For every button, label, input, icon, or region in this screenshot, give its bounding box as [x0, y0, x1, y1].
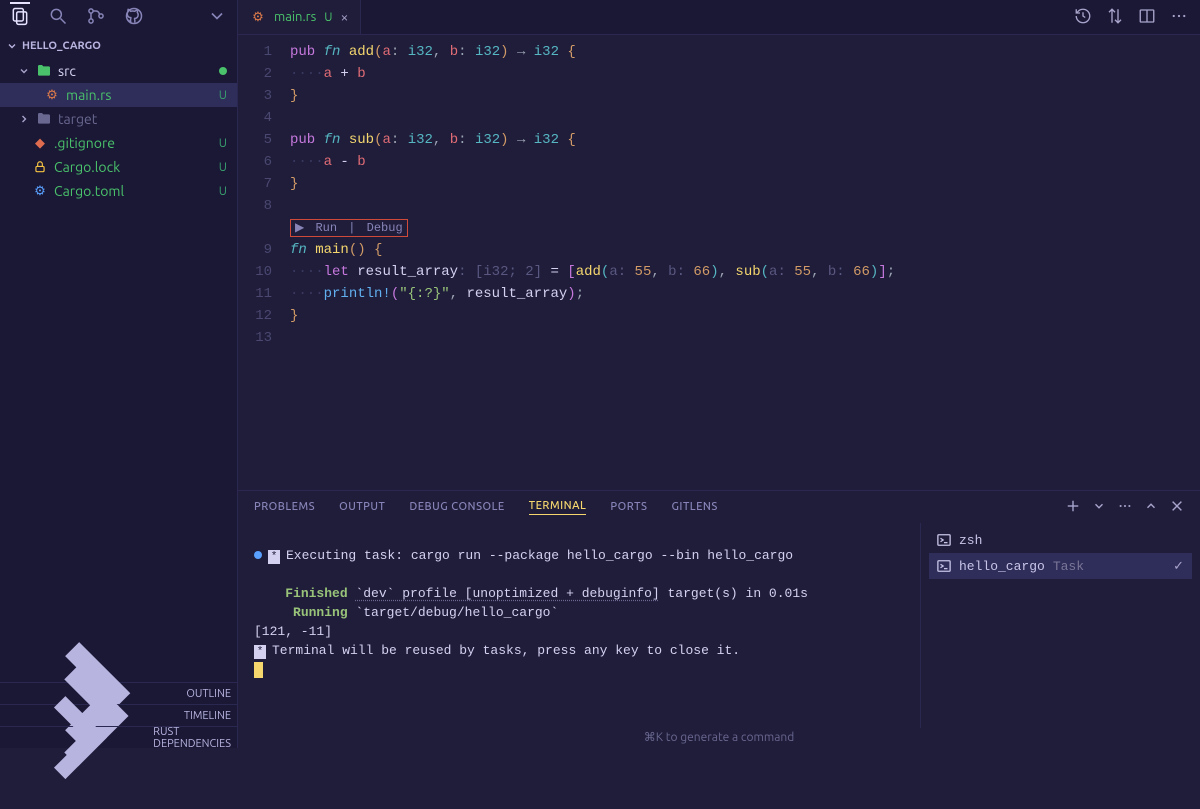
more-icon[interactable]	[1170, 7, 1188, 28]
history-icon[interactable]	[1074, 7, 1092, 28]
folder-src[interactable]: src	[0, 59, 237, 83]
search-icon[interactable]	[48, 6, 68, 29]
close-icon[interactable]: ×	[340, 9, 348, 25]
section-rust-deps[interactable]: RUST DEPENDENCIES	[0, 726, 237, 748]
git-icon: ◆	[32, 135, 48, 151]
file-main-rs[interactable]: ⚙ main.rs U	[0, 83, 237, 107]
chevron-up-icon[interactable]	[1144, 499, 1158, 516]
chevron-right-icon	[6, 666, 149, 809]
split-editor-icon[interactable]	[1138, 7, 1156, 28]
rust-file-icon: ⚙	[44, 87, 60, 103]
file-tree: src ⚙ main.rs U target ◆ .gitignore U	[0, 57, 237, 682]
explorer-icon[interactable]	[10, 2, 30, 29]
chevron-down-icon	[18, 65, 30, 77]
source-control-icon[interactable]	[86, 6, 106, 29]
chevron-down-icon[interactable]	[1092, 499, 1106, 516]
codelens-run-debug[interactable]: ▶ Run | Debug	[290, 219, 408, 237]
chevron-right-icon	[18, 113, 30, 125]
check-icon: ✓	[1173, 559, 1184, 574]
folder-name: target	[58, 111, 97, 127]
folder-name: src	[58, 63, 76, 79]
file-name: .gitignore	[54, 135, 115, 151]
lock-icon	[32, 159, 48, 175]
command-hint: ⌘K to generate a command	[238, 728, 1200, 748]
project-name: HELLO_CARGO	[22, 40, 101, 52]
sidebar: HELLO_CARGO src ⚙ main.rs U t	[0, 0, 238, 748]
terminal-cursor	[254, 662, 263, 678]
file-name: main.rs	[66, 87, 112, 103]
terminal-icon	[937, 533, 951, 547]
rust-file-icon: ⚙	[250, 9, 266, 25]
tab-problems[interactable]: PROBLEMS	[254, 501, 315, 513]
file-gitignore[interactable]: ◆ .gitignore U	[0, 131, 237, 155]
terminal-icon	[937, 559, 951, 573]
tab-main-rs[interactable]: ⚙ main.rs U ×	[238, 0, 361, 34]
terminal-output[interactable]: *Executing task: cargo run --package hel…	[238, 523, 920, 728]
git-status: U	[219, 89, 227, 102]
close-panel-icon[interactable]	[1170, 499, 1184, 516]
folder-icon	[36, 111, 52, 127]
tab-label: main.rs	[274, 10, 316, 24]
editor[interactable]: 123 456 78 91011 1213 pub fn add(a: i32,…	[238, 35, 1200, 490]
task-marker-icon: *	[268, 550, 280, 564]
code-area[interactable]: pub fn add(a: i32, b: i32) → i32 { ····a…	[290, 35, 1200, 490]
bottom-panel: PROBLEMS OUTPUT DEBUG CONSOLE TERMINAL P…	[238, 490, 1200, 748]
tab-terminal[interactable]: TERMINAL	[529, 500, 587, 515]
task-bullet-icon	[254, 551, 262, 559]
explorer-header[interactable]: HELLO_CARGO	[0, 35, 237, 57]
file-name: Cargo.toml	[54, 183, 124, 199]
terminal-list: zsh hello_cargo Task ✓	[920, 523, 1200, 728]
file-cargo-lock[interactable]: Cargo.lock U	[0, 155, 237, 179]
file-cargo-toml[interactable]: ⚙ Cargo.toml U	[0, 179, 237, 203]
tab-debug-console[interactable]: DEBUG CONSOLE	[409, 501, 504, 513]
terminal-zsh[interactable]: zsh	[929, 527, 1192, 553]
task-marker-icon: *	[254, 645, 266, 659]
panel-tabs: PROBLEMS OUTPUT DEBUG CONSOLE TERMINAL P…	[238, 491, 1200, 523]
git-status: U	[219, 185, 227, 198]
new-terminal-icon[interactable]	[1066, 499, 1080, 516]
terminal-task[interactable]: hello_cargo Task ✓	[929, 553, 1192, 579]
gear-icon: ⚙	[32, 183, 48, 199]
tab-output[interactable]: OUTPUT	[339, 501, 385, 513]
folder-target[interactable]: target	[0, 107, 237, 131]
github-icon[interactable]	[124, 6, 144, 29]
tab-ports[interactable]: PORTS	[610, 501, 647, 513]
editor-actions	[1062, 7, 1200, 28]
line-gutter: 123 456 78 91011 1213	[238, 35, 290, 490]
file-name: Cargo.lock	[54, 159, 120, 175]
tab-bar: ⚙ main.rs U ×	[238, 0, 1200, 35]
chevron-down-icon[interactable]	[207, 6, 227, 29]
more-icon[interactable]	[1118, 499, 1132, 516]
compare-icon[interactable]	[1106, 7, 1124, 28]
activity-bar	[0, 0, 237, 35]
editor-column: ⚙ main.rs U × 123 456 78 91011 1213	[238, 0, 1200, 748]
git-status: U	[219, 161, 227, 174]
folder-icon	[36, 63, 52, 79]
git-modified-dot	[219, 67, 227, 75]
git-status: U	[324, 11, 332, 24]
tab-gitlens[interactable]: GITLENS	[671, 501, 717, 513]
chevron-down-icon	[6, 40, 18, 52]
git-status: U	[219, 137, 227, 150]
